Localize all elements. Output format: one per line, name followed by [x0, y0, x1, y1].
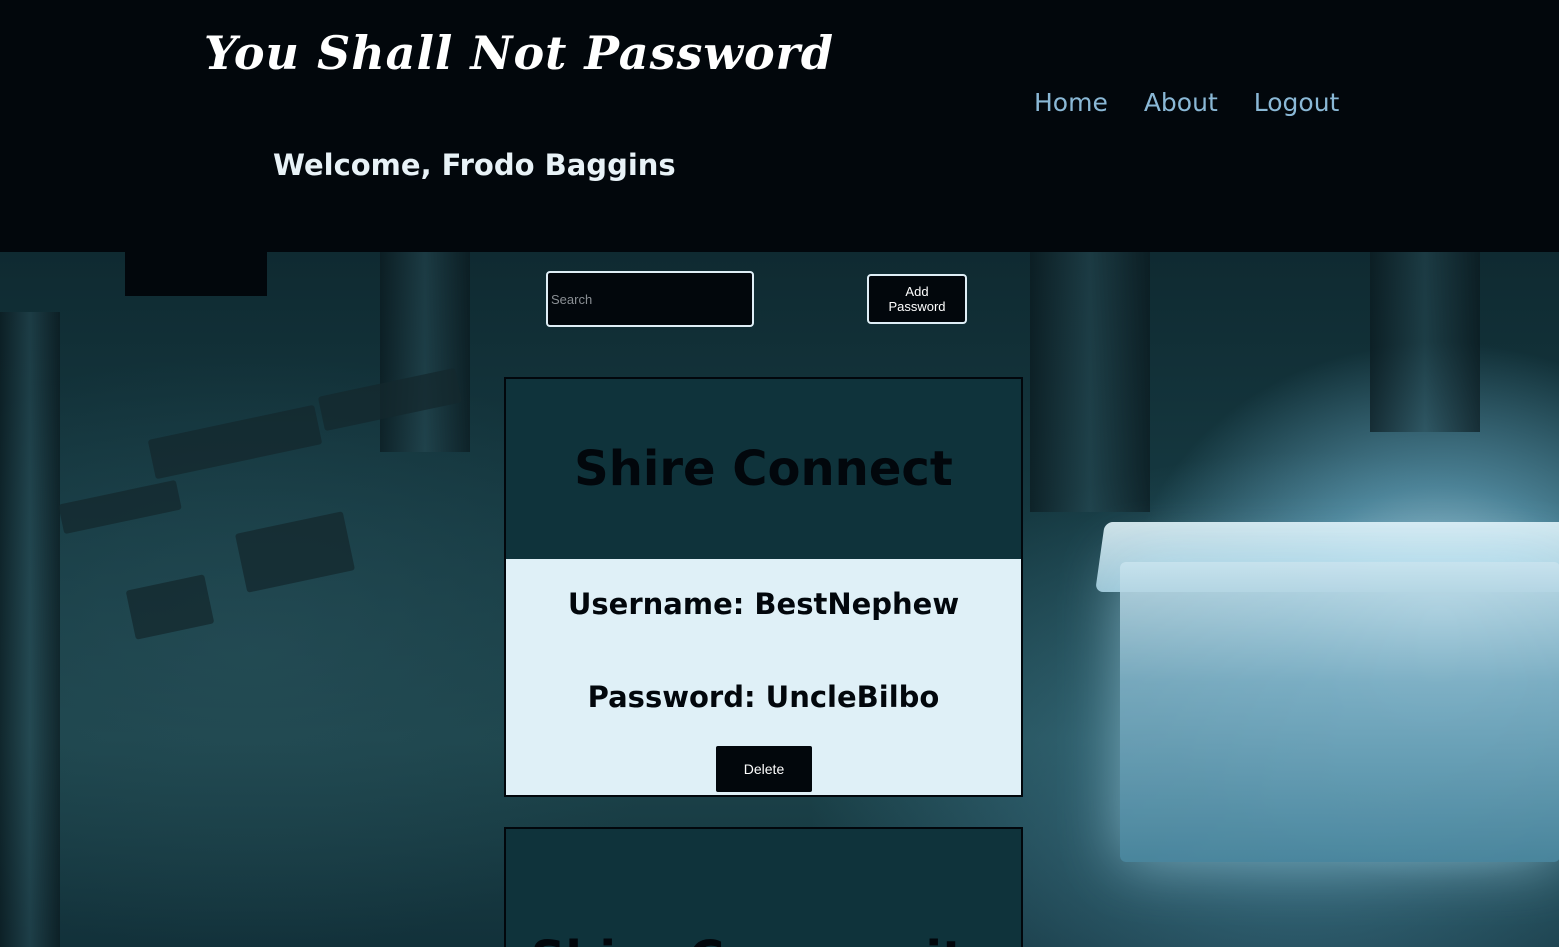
background-pillar — [380, 252, 470, 452]
card-password: Password: UncleBilbo — [587, 680, 940, 714]
password-card: Shire Community — [504, 827, 1023, 947]
delete-button[interactable]: Delete — [716, 746, 812, 792]
site-title: You Shall Not Password — [204, 26, 835, 80]
add-password-button[interactable]: Add Password — [867, 274, 967, 324]
background-rubble — [58, 479, 182, 535]
site-header: You Shall Not Password Welcome, Frodo Ba… — [0, 0, 1559, 252]
background-pillar — [1370, 252, 1480, 432]
background-rubble — [125, 574, 215, 640]
background-pillar — [0, 312, 60, 947]
background-sarcophagus — [1120, 562, 1559, 862]
background-dark-block — [125, 252, 267, 296]
card-title: Shire Community — [531, 931, 996, 947]
search-input[interactable] — [546, 271, 754, 327]
background-pillar — [1030, 252, 1150, 512]
card-username: Username: BestNephew — [567, 587, 960, 621]
nav-home-link[interactable]: Home — [1034, 88, 1108, 117]
background-rubble — [147, 404, 323, 480]
card-header: Shire Connect — [506, 379, 1021, 559]
card-header: Shire Community — [506, 829, 1021, 947]
welcome-message: Welcome, Frodo Baggins — [273, 148, 676, 182]
nav-about-link[interactable]: About — [1144, 88, 1218, 117]
page: You Shall Not Password Welcome, Frodo Ba… — [0, 0, 1559, 947]
nav-logout-link[interactable]: Logout — [1254, 88, 1340, 117]
background-rubble — [234, 511, 356, 593]
card-title: Shire Connect — [574, 441, 953, 497]
card-body: Username: BestNephew Password: UncleBilb… — [506, 559, 1021, 795]
main-nav: Home About Logout — [1034, 88, 1339, 117]
password-card: Shire Connect Username: BestNephew Passw… — [504, 377, 1023, 797]
